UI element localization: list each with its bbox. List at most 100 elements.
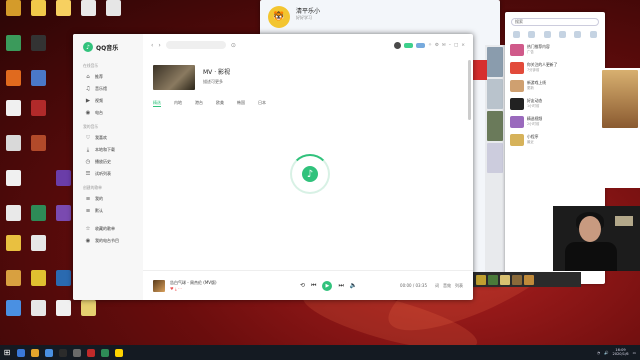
taskbar-app[interactable] bbox=[112, 345, 126, 360]
sidebar-section-title: 创建的歌单 bbox=[83, 185, 102, 190]
game-window bbox=[600, 68, 640, 188]
track-cover[interactable] bbox=[153, 279, 165, 292]
forward-icon[interactable]: › bbox=[158, 42, 160, 49]
desktop-icon[interactable] bbox=[75, 300, 101, 330]
volume-icon[interactable]: 🔈 bbox=[350, 282, 357, 289]
clock[interactable]: 16:09 2020/1/6 bbox=[612, 348, 628, 357]
desktop-icon[interactable] bbox=[0, 270, 26, 300]
desktop-icon[interactable] bbox=[25, 0, 51, 30]
taskbar-app[interactable] bbox=[84, 345, 98, 360]
tab-item[interactable]: 内地 bbox=[174, 100, 182, 107]
desktop-icon[interactable] bbox=[25, 70, 51, 100]
desktop-icon[interactable] bbox=[0, 100, 26, 130]
mv-cover[interactable] bbox=[153, 65, 195, 90]
taskbar-app-icon bbox=[17, 348, 25, 357]
list-item[interactable]: 精选视频 2小时前 bbox=[505, 113, 605, 131]
sidebar-item[interactable]: ⤓ 本地和下载 bbox=[73, 144, 143, 156]
taskbar-app[interactable] bbox=[14, 345, 28, 360]
list-item[interactable]: 小程序 最近 bbox=[505, 131, 605, 149]
player-option[interactable]: 音效 bbox=[443, 283, 451, 288]
back-icon[interactable]: ‹ bbox=[151, 42, 153, 49]
list-item[interactable]: 你关注的人更新了 7分钟前 bbox=[505, 59, 605, 77]
desktop-icon[interactable] bbox=[75, 0, 101, 30]
play-button[interactable]: ▶ bbox=[322, 280, 333, 291]
network-icon[interactable]: ◔ bbox=[597, 351, 600, 355]
desktop-icon[interactable] bbox=[25, 35, 51, 65]
mv-title: MV · 影视 bbox=[203, 69, 231, 76]
player-option[interactable]: 列表 bbox=[455, 283, 463, 288]
desktop-icon[interactable] bbox=[0, 235, 26, 265]
search-input[interactable] bbox=[165, 41, 226, 49]
desktop-icon[interactable] bbox=[50, 0, 76, 30]
heart-icon[interactable]: ♥ ⤓ ⋯ bbox=[170, 286, 250, 291]
scrollbar[interactable] bbox=[468, 60, 471, 120]
desktop-icon[interactable] bbox=[0, 70, 26, 100]
desktop-icon[interactable] bbox=[25, 270, 51, 300]
feed-search-input[interactable]: 搜索 bbox=[511, 18, 599, 26]
desktop-icon[interactable] bbox=[0, 35, 26, 65]
sidebar-item[interactable]: ≡ 默认 bbox=[73, 205, 143, 217]
tab-icon[interactable] bbox=[559, 31, 567, 38]
tab-icon[interactable] bbox=[513, 31, 521, 38]
volume-tray-icon[interactable]: 🔊 bbox=[604, 351, 608, 355]
desktop-icon[interactable] bbox=[25, 300, 51, 330]
prev-icon[interactable]: ⏮ bbox=[311, 282, 316, 290]
tab-icon[interactable] bbox=[543, 31, 551, 38]
sidebar-item[interactable]: ▶ 视频 bbox=[73, 95, 143, 107]
next-icon[interactable]: ⏭ bbox=[338, 282, 343, 290]
list-item[interactable]: 热门推荐内容 广告 bbox=[505, 41, 605, 59]
desktop-icon[interactable] bbox=[50, 300, 76, 330]
mic-icon[interactable]: ⊙ bbox=[231, 42, 236, 49]
taskbar-app[interactable] bbox=[28, 345, 42, 360]
desktop-icon[interactable] bbox=[0, 300, 26, 330]
notification-icon[interactable]: ▭ bbox=[633, 351, 636, 355]
loop-icon[interactable]: ⟲ bbox=[300, 282, 305, 289]
sidebar-item[interactable]: ☆ 收藏的歌单 bbox=[73, 223, 143, 235]
taskbar-app[interactable] bbox=[42, 345, 56, 360]
player-option[interactable]: 词 bbox=[435, 283, 439, 288]
list-icon: ☰ bbox=[85, 171, 91, 177]
taskbar-app[interactable] bbox=[56, 345, 70, 360]
tab-icon[interactable] bbox=[574, 31, 582, 38]
qq-avatar[interactable]: 🐯 bbox=[268, 6, 290, 28]
tab-icon[interactable] bbox=[528, 31, 536, 38]
tab-icon[interactable] bbox=[589, 31, 597, 38]
vip-badge[interactable] bbox=[416, 42, 426, 48]
sidebar-item[interactable]: ◉ 电台 bbox=[73, 107, 143, 119]
sidebar-item[interactable]: ⌂ 推荐 bbox=[73, 71, 143, 83]
settings-icon[interactable]: ⚙ bbox=[435, 43, 439, 48]
sidebar-item-label: 默认 bbox=[95, 208, 103, 213]
mail-icon[interactable]: ✉ bbox=[442, 43, 446, 48]
close-icon[interactable]: × bbox=[461, 43, 465, 48]
sidebar-item[interactable]: ◉ 我的电台节目 bbox=[73, 235, 143, 247]
list-item[interactable]: 好友动态 1小时前 bbox=[505, 95, 605, 113]
tab-item[interactable]: 韩国 bbox=[237, 100, 245, 107]
skin-icon[interactable]: ✧ bbox=[428, 43, 432, 48]
desktop-icon[interactable] bbox=[25, 235, 51, 265]
windows-start-icon[interactable]: ⊞ bbox=[0, 345, 14, 360]
list-item[interactable]: 新游戏上线 更新 bbox=[505, 77, 605, 95]
taskbar-app[interactable] bbox=[70, 345, 84, 360]
desktop-icon[interactable] bbox=[0, 135, 26, 165]
desktop-icon[interactable] bbox=[0, 170, 26, 200]
desktop-icon[interactable] bbox=[100, 0, 126, 30]
vip-badge[interactable] bbox=[404, 42, 414, 48]
sidebar-item[interactable]: ☰ 试听列表 bbox=[73, 168, 143, 180]
taskbar-app[interactable] bbox=[98, 345, 112, 360]
avatar[interactable] bbox=[394, 41, 402, 49]
tab-item[interactable]: 精选 bbox=[153, 100, 161, 107]
desktop-icon[interactable] bbox=[25, 205, 51, 235]
desktop-icon[interactable] bbox=[0, 0, 26, 30]
tab-item[interactable]: 欧美 bbox=[216, 100, 224, 107]
desktop-icon[interactable] bbox=[25, 135, 51, 165]
desktop-icon[interactable] bbox=[0, 205, 26, 235]
minimize-icon[interactable]: – bbox=[449, 43, 451, 48]
tab-item[interactable]: 日本 bbox=[258, 100, 266, 107]
desktop-icon[interactable] bbox=[25, 100, 51, 130]
sidebar-item[interactable]: ≡ 我的 bbox=[73, 193, 143, 205]
tab-item[interactable]: 港台 bbox=[195, 100, 203, 107]
sidebar-item[interactable]: ♫ 音乐馆 bbox=[73, 83, 143, 95]
maximize-icon[interactable]: □ bbox=[454, 43, 458, 48]
sidebar-item[interactable]: ◷ 播放历史 bbox=[73, 156, 143, 168]
sidebar-item[interactable]: ♡ 我喜欢 bbox=[73, 132, 143, 144]
